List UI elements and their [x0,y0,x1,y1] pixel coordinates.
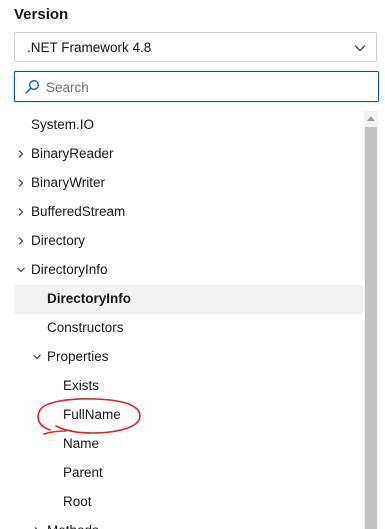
tree-node[interactable]: BinaryReader [14,140,363,169]
tree-scrollbar[interactable] [364,111,378,529]
tree-item-label: DirectoryInfo [47,291,132,306]
tree-item-label: Directory [31,233,86,248]
tree-item[interactable]: Root [14,488,363,517]
api-tree: System.IO BinaryReader BinaryWriter Buffere… [14,111,364,529]
tree-item[interactable]: System.IO [14,111,363,140]
tree-node[interactable]: Properties [14,343,363,372]
tree-item-label: Parent [63,465,103,480]
tree-node[interactable]: BinaryWriter [14,169,363,198]
tree-item-label: Exists [63,378,100,393]
tree-item[interactable]: Constructors [14,314,363,343]
search-icon [25,80,39,94]
version-select-value: .NET Framework 4.8 [27,40,152,55]
tree-node[interactable]: BufferedStream [14,198,363,227]
tree-item-label: BinaryReader [31,146,114,161]
tree-item-label: BinaryWriter [31,175,106,190]
tree-item[interactable]: Parent [14,459,363,488]
version-label: Version [14,6,69,23]
chevron-down-icon[interactable] [16,265,26,275]
version-select[interactable]: .NET Framework 4.8 [14,32,377,62]
tree-node[interactable]: DirectoryInfo [14,256,363,285]
chevron-down-icon [354,45,366,52]
tree-item[interactable]: Name [14,430,363,459]
tree-item[interactable]: FullName [14,401,363,430]
scroll-up-arrow-icon[interactable] [367,115,375,121]
tree-item-label: DirectoryInfo [31,262,108,277]
tree-item-label: Methods [47,523,99,529]
chevron-right-icon[interactable] [16,149,26,159]
tree-item-label: Root [63,494,92,509]
search-box[interactable] [14,71,379,102]
tree-item-label: Constructors [47,320,124,335]
scrollbar-thumb[interactable] [365,127,377,529]
tree-node[interactable]: Methods [14,517,363,529]
api-browser-panel: Version .NET Framework 4.8 System.IO Bina… [0,0,385,529]
chevron-right-icon[interactable] [16,207,26,217]
tree-node[interactable]: Directory [14,227,363,256]
chevron-right-icon[interactable] [16,236,26,246]
tree-item-label: System.IO [31,117,95,132]
search-input[interactable] [46,76,366,98]
chevron-down-icon[interactable] [32,352,42,362]
tree-item-label: FullName [63,407,121,422]
tree-item-label: Properties [47,349,109,364]
tree-item[interactable]: DirectoryInfo [14,285,363,314]
tree-item-label: BufferedStream [31,204,126,219]
chevron-right-icon[interactable] [16,178,26,188]
tree-item[interactable]: Exists [14,372,363,401]
tree-item-label: Name [63,436,100,451]
